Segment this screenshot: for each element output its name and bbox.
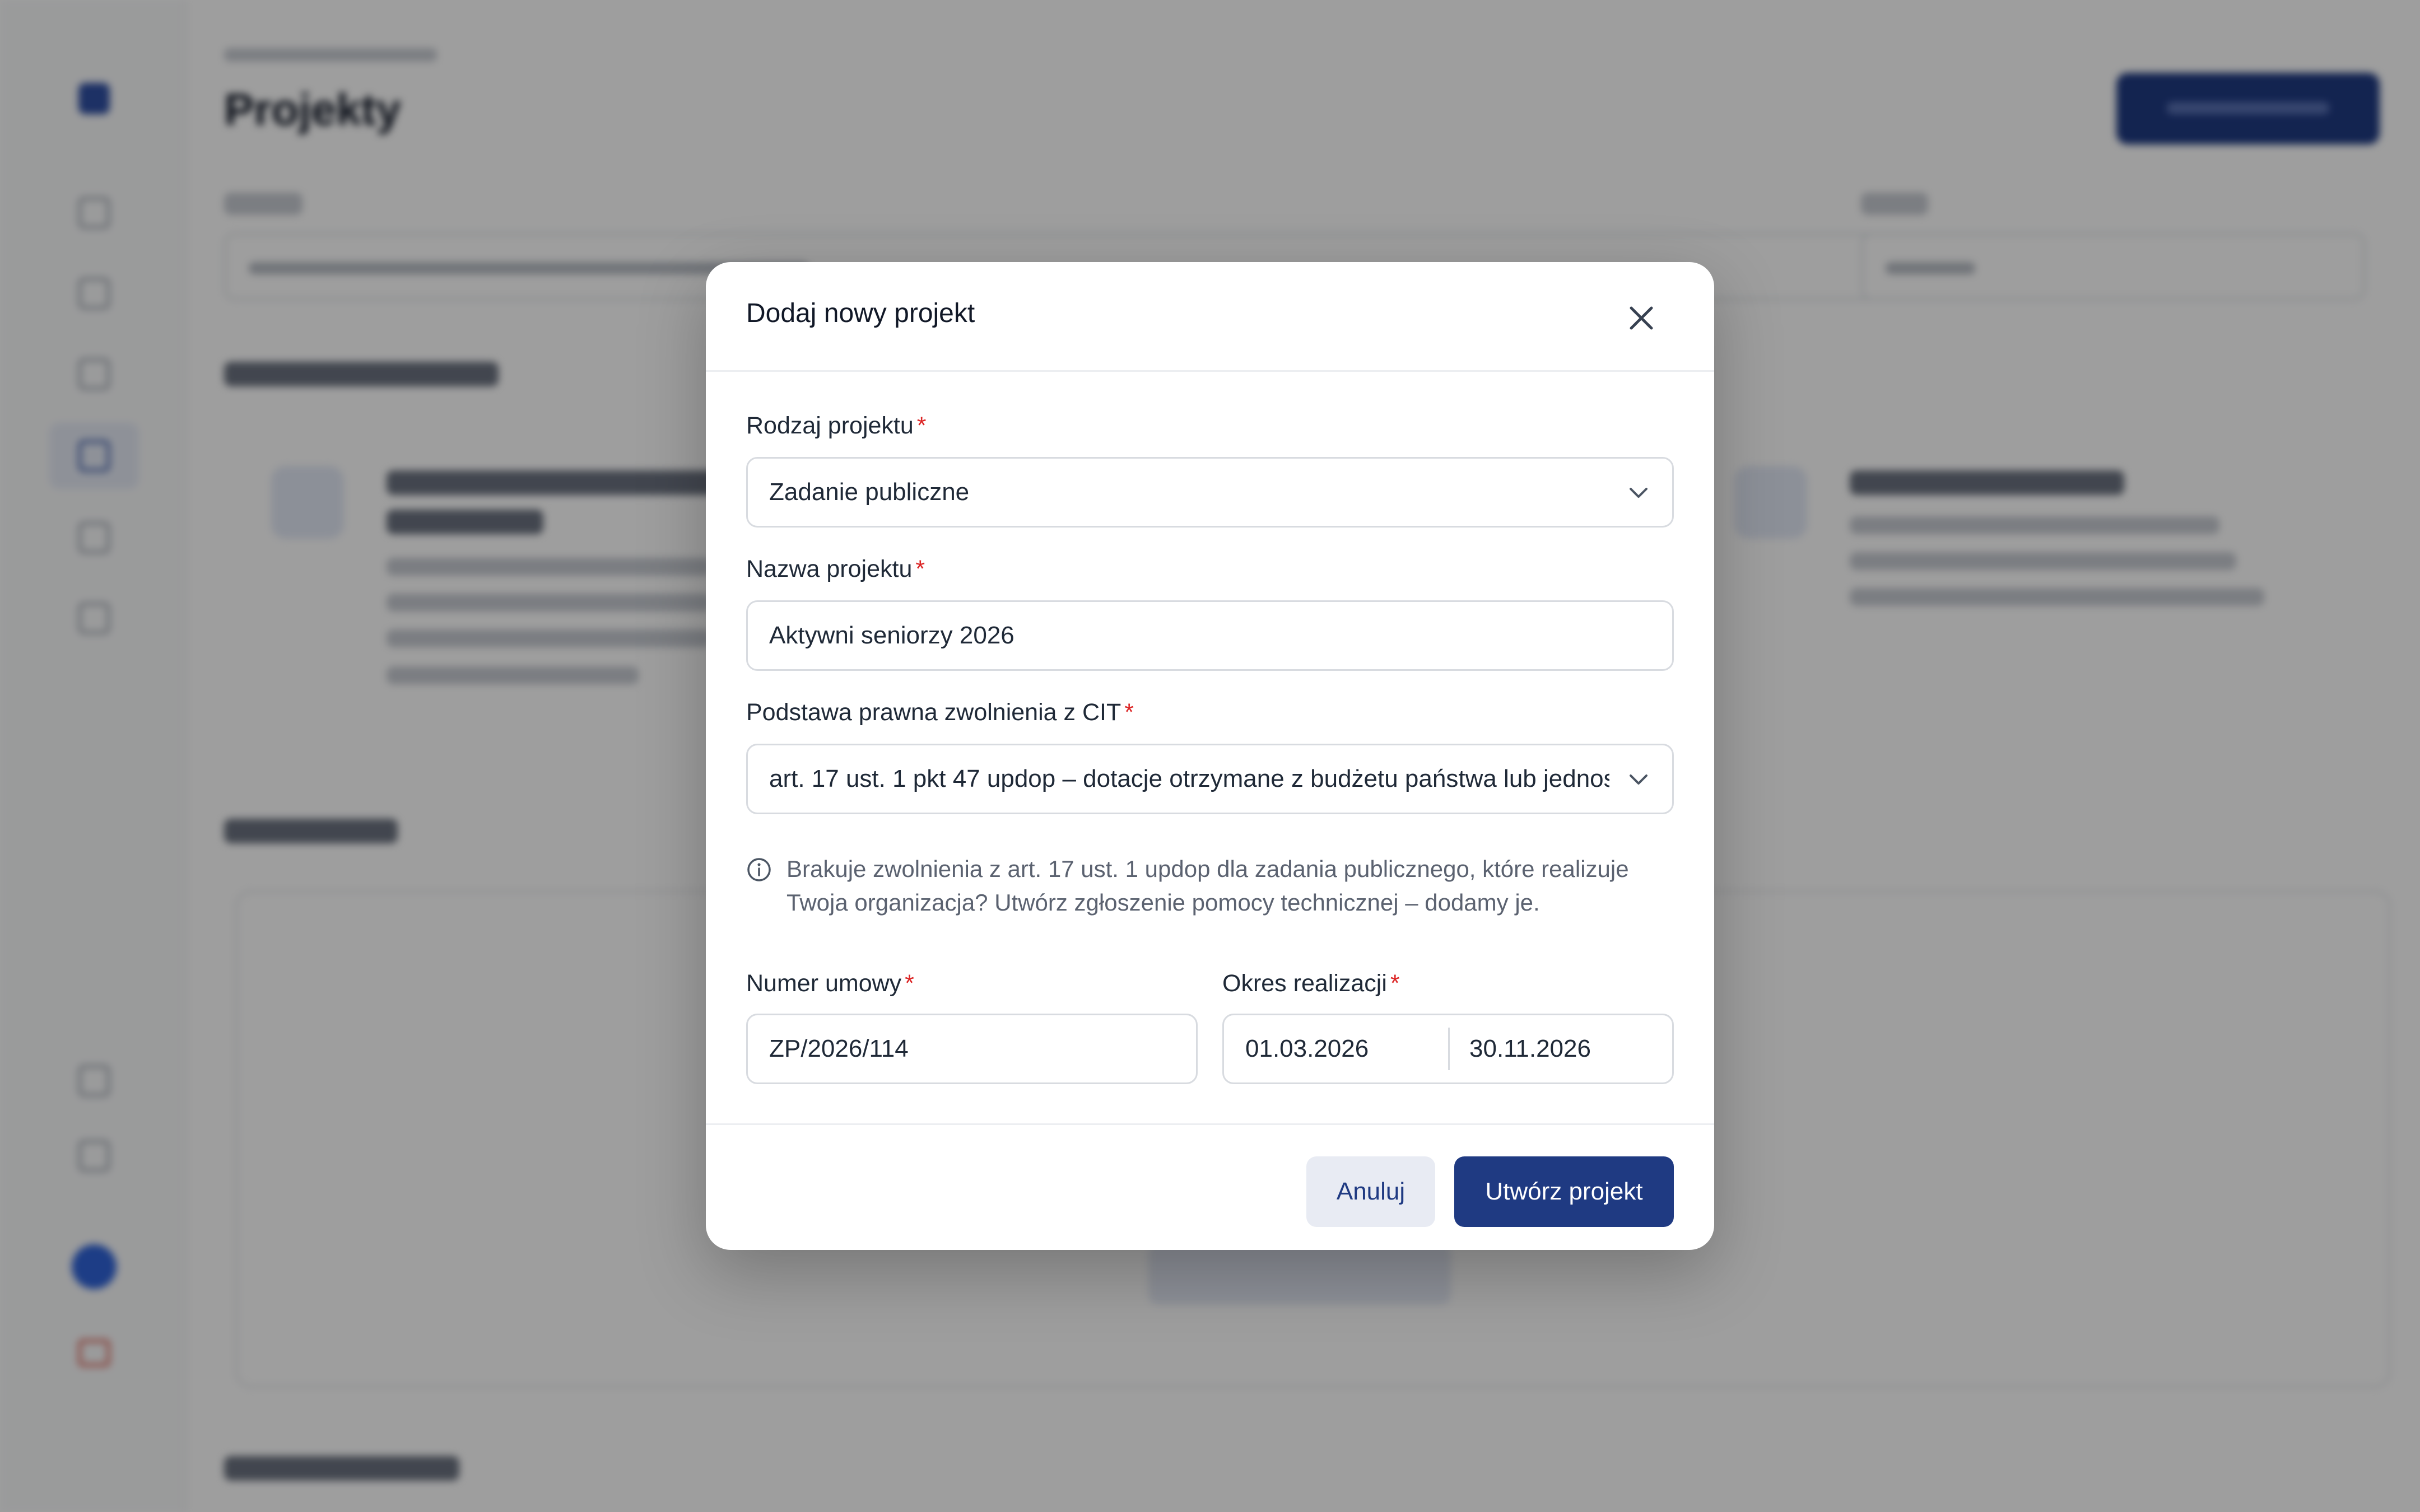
chevron-down-icon — [1630, 488, 1648, 498]
dialog-title: Dodaj nowy projekt — [746, 298, 975, 328]
project-name-value: Aktywni seniorzy 2026 — [769, 622, 1014, 649]
period-label: Okres realizacji * — [1222, 970, 1400, 997]
period-date-range: 01.03.2026 30.11.2026 — [1222, 1014, 1674, 1084]
project-name-input[interactable]: Aktywni seniorzy 2026 — [746, 600, 1674, 671]
legal-basis-select[interactable]: art. 17 ust. 1 pkt 47 updop – dotacje ot… — [746, 744, 1674, 814]
info-icon — [747, 858, 771, 881]
new-project-dialog: Dodaj nowy projekt Rodzaj projektu * Zada… — [706, 262, 1714, 1250]
period-start-input[interactable]: 01.03.2026 — [1245, 1015, 1436, 1082]
project-type-select[interactable]: Zadanie publiczne — [746, 457, 1674, 528]
contract-number-label: Numer umowy * — [746, 970, 914, 997]
create-project-button[interactable]: Utwórz projekt — [1454, 1156, 1674, 1227]
required-marker: * — [1124, 699, 1134, 726]
required-marker: * — [916, 412, 927, 439]
close-button[interactable] — [1621, 298, 1662, 338]
chevron-down-icon — [1630, 774, 1648, 785]
required-marker: * — [915, 556, 925, 582]
project-name-label: Nazwa projektu * — [746, 556, 925, 582]
required-marker: * — [1390, 970, 1400, 997]
required-marker: * — [905, 970, 914, 997]
dialog-footer: Anuluj Utwórz projekt — [706, 1123, 1714, 1250]
contract-number-input[interactable]: ZP/2026/114 — [746, 1014, 1198, 1084]
legal-basis-value: art. 17 ust. 1 pkt 47 updop – dotacje ot… — [769, 765, 1609, 792]
cancel-button[interactable]: Anuluj — [1306, 1156, 1435, 1227]
legal-basis-label: Podstawa prawna zwolnienia z CIT * — [746, 699, 1134, 726]
project-type-value: Zadanie publiczne — [769, 478, 970, 506]
period-end-input[interactable]: 30.11.2026 — [1469, 1015, 1660, 1082]
project-type-label: Rodzaj projektu * — [746, 412, 927, 439]
dialog-header: Dodaj nowy projekt — [706, 262, 1714, 372]
legal-basis-help-text: Brakuje zwolnienia z art. 17 ust. 1 updo… — [787, 856, 1629, 916]
close-icon — [1630, 306, 1653, 330]
contract-number-value: ZP/2026/114 — [769, 1035, 909, 1062]
date-range-divider — [1448, 1028, 1450, 1070]
